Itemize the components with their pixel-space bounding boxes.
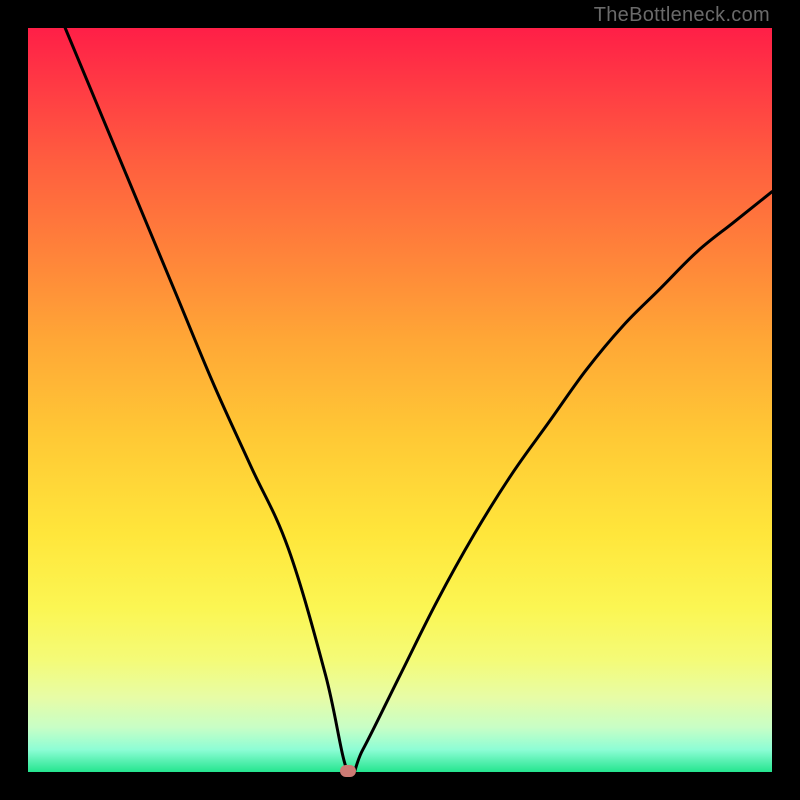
plot-area: [28, 28, 772, 772]
chart-frame: TheBottleneck.com: [0, 0, 800, 800]
optimum-marker: [340, 765, 356, 777]
bottleneck-curve: [28, 28, 772, 772]
watermark-text: TheBottleneck.com: [594, 4, 770, 27]
